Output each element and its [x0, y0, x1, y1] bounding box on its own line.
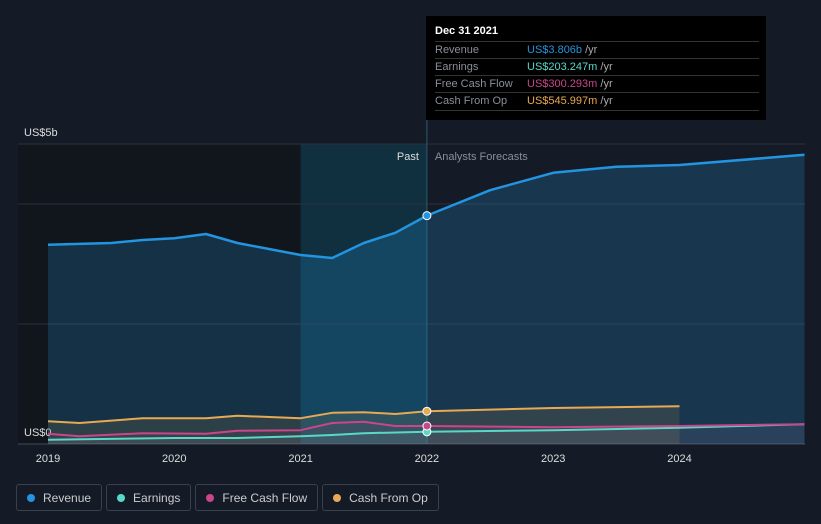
tooltip-row-revenue: Revenue US$3.806b /yr: [435, 41, 759, 59]
revenue-dot-icon: [27, 493, 35, 502]
x-tick-label: 2019: [36, 453, 60, 465]
y-label-top: US$5b: [24, 127, 58, 139]
forecast-label: Analysts Forecasts: [435, 151, 528, 163]
marker-revenue: [422, 211, 432, 221]
tooltip-row-fcf: Free Cash Flow US$300.293m /yr: [435, 75, 759, 93]
tooltip: Dec 31 2021 Revenue US$3.806b /yr Earning…: [426, 16, 766, 120]
tooltip-date: Dec 31 2021: [435, 25, 498, 37]
cfo-dot-icon: [333, 493, 342, 502]
earnings-dot-icon: [117, 493, 126, 502]
x-tick-label: 2023: [541, 453, 565, 465]
x-tick-label: 2020: [162, 453, 186, 465]
x-tick-label: 2022: [415, 453, 439, 465]
tooltip-row-cfo: Cash From Op US$545.997m /yr: [435, 92, 759, 111]
y-label-zero: US$0: [24, 427, 52, 439]
x-tick-label: 2021: [288, 453, 312, 465]
fcf-dot-icon: [206, 493, 215, 502]
past-label: Past: [397, 151, 419, 163]
legend: Revenue Earnings Free Cash Flow Cash Fro…: [16, 484, 439, 511]
x-tick-label: 2024: [667, 453, 691, 465]
legend-free-cash-flow[interactable]: Free Cash Flow: [195, 484, 319, 511]
legend-cash-from-op[interactable]: Cash From Op: [322, 484, 439, 511]
marker-free-cash-flow: [422, 421, 432, 431]
legend-earnings[interactable]: Earnings: [106, 484, 192, 511]
marker-cash-from-op: [422, 406, 432, 416]
legend-revenue[interactable]: Revenue: [16, 484, 103, 511]
tooltip-row-earnings: Earnings US$203.247m /yr: [435, 58, 759, 76]
